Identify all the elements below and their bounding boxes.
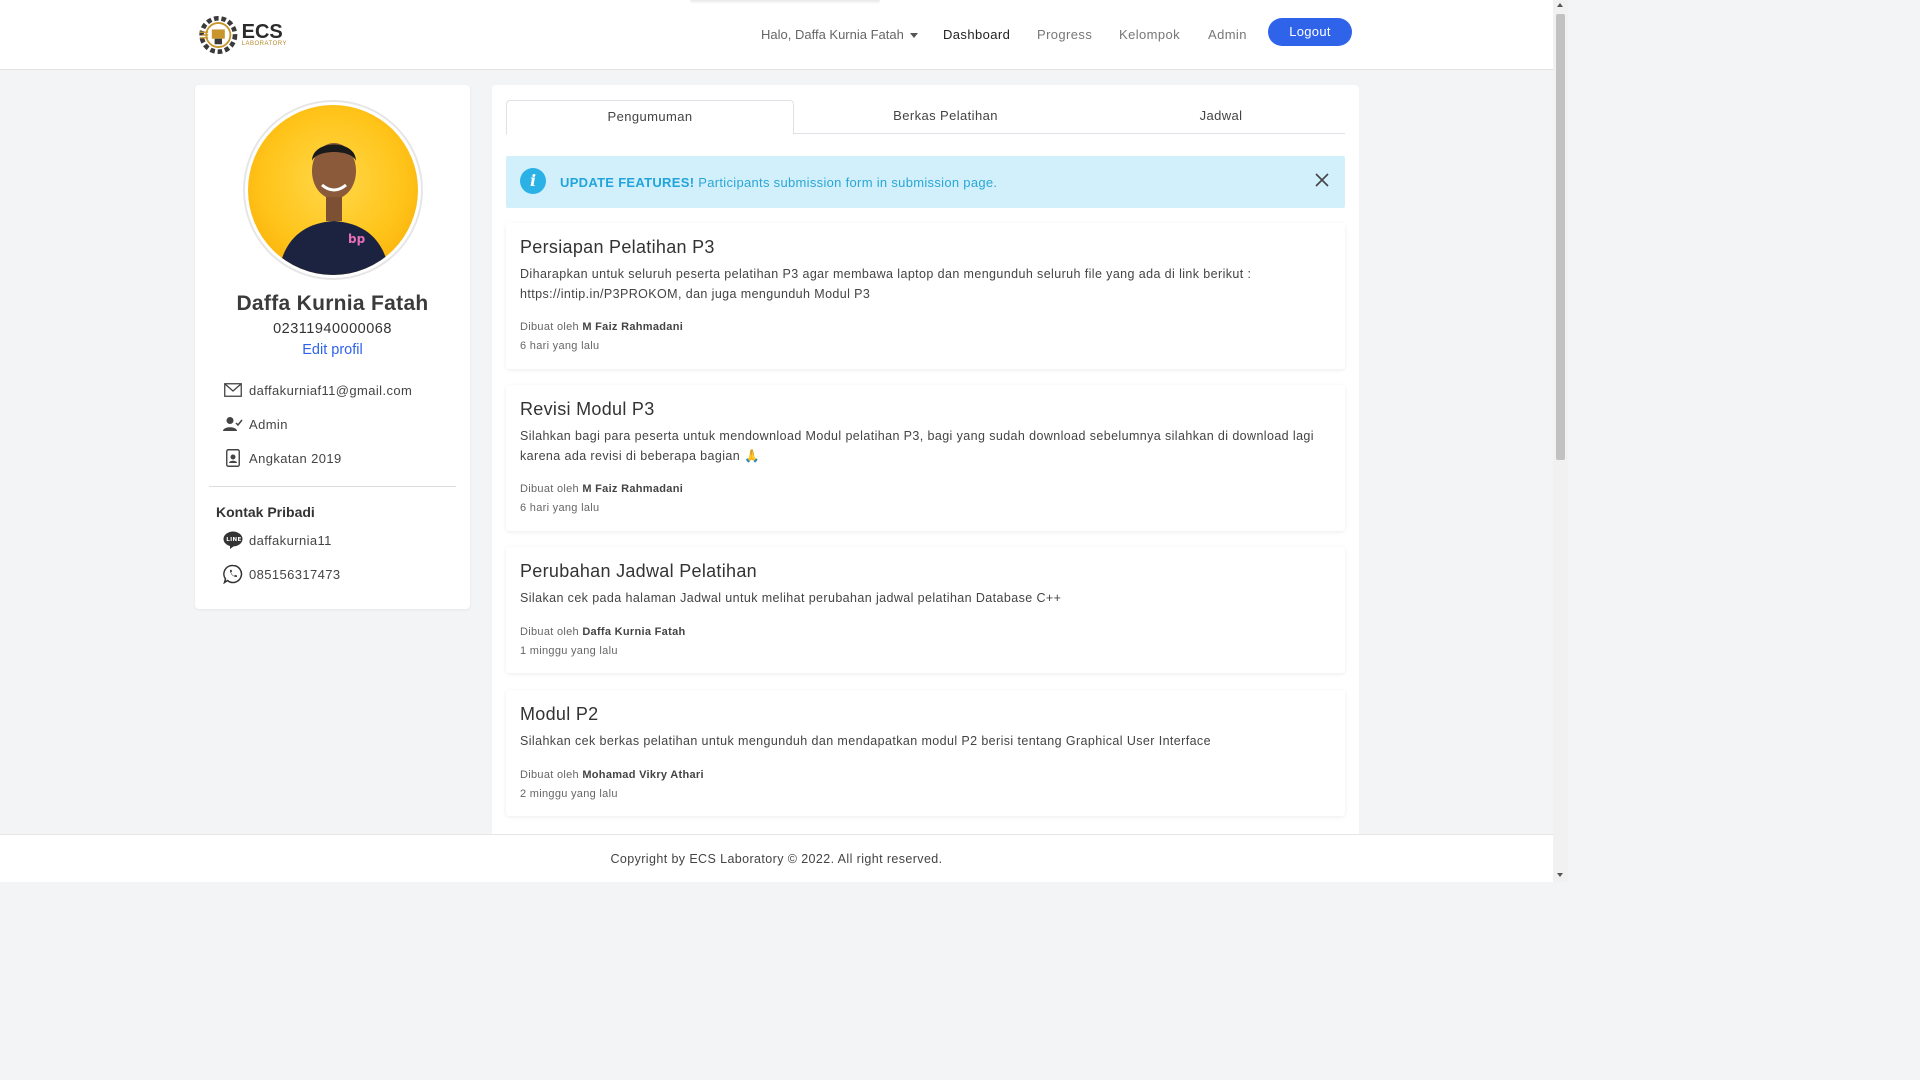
page-scrollbar[interactable]: [1553, 0, 1568, 882]
announcement-author: Dibuat oleh M Faiz Rahmadani: [520, 483, 683, 495]
whatsapp-contact-row: 085156317473: [223, 564, 341, 584]
author-label: Dibuat oleh: [520, 769, 579, 781]
avatar-photo: bp: [248, 105, 418, 275]
announcement-body: Silahkan bagi para peserta untuk mendown…: [520, 429, 1314, 463]
logo-text: ECS: [241, 21, 283, 43]
whatsapp-number: 085156317473: [249, 566, 341, 582]
line-id: daffakurnia11: [249, 532, 332, 548]
logout-button[interactable]: Logout: [1268, 18, 1352, 46]
nav-dashboard[interactable]: Dashboard: [943, 27, 1010, 42]
author-label: Dibuat oleh: [520, 626, 579, 638]
nav-admin[interactable]: Admin: [1208, 27, 1247, 42]
announcement-time: 1 minggu yang lalu: [520, 645, 618, 657]
user-check-icon: [223, 414, 243, 434]
author-name: Mohamad Vikry Athari: [582, 769, 704, 781]
announcement-panel: Pengumuman Berkas Pelatihan Jadwal i UPD…: [492, 85, 1359, 845]
scroll-up-arrow-icon[interactable]: [1557, 3, 1563, 7]
announcement-card: Persiapan Pelatihan P3 Diharapkan untuk …: [506, 223, 1345, 369]
envelope-icon: [223, 380, 243, 400]
update-alert: i UPDATE FEATURES! Participants submissi…: [506, 156, 1345, 208]
announcement-author: Dibuat oleh M Faiz Rahmadani: [520, 321, 683, 333]
announcement-author: Dibuat oleh Daffa Kurnia Fatah: [520, 626, 686, 638]
user-dropdown[interactable]: Halo, Daffa Kurnia Fatah: [761, 27, 918, 42]
announcement-body: Silakan cek pada halaman Jadwal untuk me…: [520, 591, 1062, 605]
author-label: Dibuat oleh: [520, 321, 579, 333]
tab-jadwal[interactable]: Jadwal: [1091, 100, 1351, 134]
profile-nim: 02311940000068: [273, 321, 392, 337]
alert-text: Participants submission form in submissi…: [698, 175, 998, 190]
author-label: Dibuat oleh: [520, 483, 579, 495]
alert-message: UPDATE FEATURES! Participants submission…: [560, 175, 997, 190]
author-name: Daffa Kurnia Fatah: [582, 626, 686, 638]
announcement-card: Revisi Modul P3 Silahkan bagi para peser…: [506, 385, 1345, 531]
id-badge-icon: [223, 448, 243, 468]
line-contact-row: LINE daffakurnia11: [223, 530, 332, 550]
line-icon: LINE: [223, 530, 243, 550]
announcement-time: 6 hari yang lalu: [520, 502, 600, 514]
user-greeting: Halo, Daffa Kurnia Fatah: [761, 27, 904, 42]
alert-title: UPDATE FEATURES!: [560, 175, 695, 190]
profile-email-row: daffakurniaf11@gmail.com: [223, 380, 412, 400]
tab-berkas-pelatihan[interactable]: Berkas Pelatihan: [808, 100, 1083, 134]
person-photo-icon: bp: [278, 143, 390, 275]
ecs-logo[interactable]: ECS LABORATORY: [197, 12, 287, 58]
announcement-time: 2 minggu yang lalu: [520, 788, 618, 800]
edit-profile-link[interactable]: Edit profil: [195, 342, 470, 358]
gear-logo-icon: [199, 15, 238, 55]
announcement-card: Perubahan Jadwal Pelatihan Silakan cek p…: [506, 547, 1345, 673]
author-name: M Faiz Rahmadani: [582, 483, 684, 495]
profile-name: Daffa Kurnia Fatah: [236, 292, 429, 315]
announcement-title: Revisi Modul P3: [520, 399, 655, 419]
announcement-card: Modul P2 Silahkan cek berkas pelatihan u…: [506, 690, 1345, 816]
kontak-title: Kontak Pribadi: [216, 504, 315, 520]
announcement-time: 6 hari yang lalu: [520, 340, 600, 352]
author-name: M Faiz Rahmadani: [582, 321, 684, 333]
close-icon[interactable]: [1313, 171, 1331, 189]
profile-angkatan: Angkatan 2019: [249, 450, 342, 466]
profile-angkatan-row: Angkatan 2019: [223, 448, 342, 468]
logo-subtext: LABORATORY: [241, 41, 287, 47]
whatsapp-icon: [223, 564, 243, 584]
profile-divider: [209, 486, 456, 487]
scroll-down-arrow-icon[interactable]: [1557, 873, 1563, 877]
announcement-body: Diharapkan untuk seluruh peserta pelatih…: [520, 267, 1252, 301]
announcement-title: Perubahan Jadwal Pelatihan: [520, 561, 757, 581]
caret-down-icon: [909, 33, 918, 39]
top-edge-shadow: [690, 0, 880, 4]
avatar: bp: [243, 100, 423, 280]
announcement-title: Modul P2: [520, 704, 599, 724]
svg-text:bp: bp: [348, 232, 366, 246]
announcement-body: Silahkan cek berkas pelatihan untuk meng…: [520, 734, 1211, 748]
profile-role: Admin: [249, 416, 288, 432]
profile-email: daffakurniaf11@gmail.com: [249, 382, 413, 398]
profile-card: bp Daffa Kurnia Fatah 02311940000068 Edi…: [195, 85, 470, 609]
tab-bar: Pengumuman Berkas Pelatihan Jadwal: [506, 100, 1345, 135]
nav-progress[interactable]: Progress: [1037, 27, 1092, 42]
navbar: ECS LABORATORY Halo, Daffa Kurnia Fatah …: [0, 0, 1553, 70]
info-icon: i: [520, 168, 546, 194]
footer: Copyright by ECS Laboratory © 2022. All …: [0, 834, 1553, 882]
profile-role-row: Admin: [223, 414, 288, 434]
nav-kelompok[interactable]: Kelompok: [1119, 27, 1180, 42]
announcement-author: Dibuat oleh Mohamad Vikry Athari: [520, 769, 704, 781]
announcement-title: Persiapan Pelatihan P3: [520, 237, 715, 257]
tab-pengumuman[interactable]: Pengumuman: [506, 100, 794, 135]
scroll-thumb[interactable]: [1556, 14, 1565, 460]
svg-text:LINE: LINE: [226, 537, 242, 543]
